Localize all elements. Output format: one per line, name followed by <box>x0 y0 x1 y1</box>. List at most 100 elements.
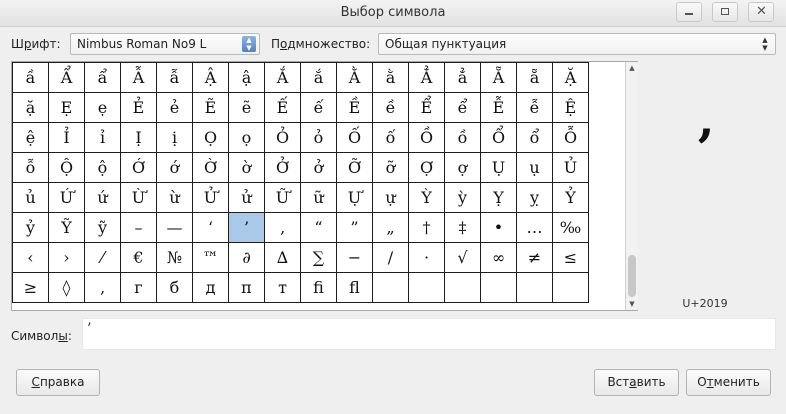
glyph-cell[interactable]: ™ <box>192 242 229 273</box>
glyph-cell[interactable]: Ề <box>336 92 373 123</box>
glyph-cell[interactable]: ộ <box>84 152 121 183</box>
glyph-cell[interactable]: € <box>120 242 157 273</box>
glyph-cell[interactable]: … <box>516 212 553 243</box>
glyph-cell[interactable]: Ẫ <box>120 62 157 93</box>
glyph-cell[interactable]: ỗ <box>12 152 49 183</box>
help-button[interactable]: Справка <box>16 369 100 396</box>
glyph-cell[interactable]: ợ <box>444 152 481 183</box>
glyph-cell[interactable]: ậ <box>228 62 265 93</box>
glyph-cell[interactable]: ở <box>300 152 337 183</box>
scrollbar-thumb[interactable] <box>628 255 636 297</box>
glyph-cell[interactable]: ∆ <box>264 242 301 273</box>
glyph-cell[interactable]: ỹ <box>84 212 121 243</box>
glyph-cell[interactable]: ầ <box>12 62 49 93</box>
glyph-cell[interactable]: Ứ <box>48 182 85 213</box>
glyph-cell[interactable]: ẩ <box>84 62 121 93</box>
glyph-cell[interactable]: ” <box>336 212 373 243</box>
symbols-field[interactable]: ’ <box>82 318 776 350</box>
glyph-cell[interactable]: г <box>120 272 157 303</box>
glyph-cell[interactable]: ẫ <box>156 62 193 93</box>
glyph-cell[interactable]: Ử <box>192 182 229 213</box>
glyph-cell[interactable]: ẹ <box>84 92 121 123</box>
glyph-cell[interactable]: Ữ <box>264 182 301 213</box>
glyph-cell[interactable]: ứ <box>84 182 121 213</box>
glyph-cell[interactable]: ồ <box>444 122 481 153</box>
glyph-cell[interactable]: √ <box>444 242 481 273</box>
glyph-cell[interactable]: – <box>120 212 157 243</box>
glyph-cell[interactable]: ố <box>372 122 409 153</box>
glyph-cell[interactable]: ỳ <box>444 182 481 213</box>
glyph-cell[interactable]: ự <box>372 182 409 213</box>
glyph-cell[interactable]: ‡ <box>444 212 481 243</box>
glyph-cell[interactable]: Ự <box>336 182 373 213</box>
glyph-cell[interactable]: ử <box>228 182 265 213</box>
glyph-cell[interactable]: “ <box>300 212 337 243</box>
glyph-cell[interactable]: ỷ <box>12 212 49 243</box>
glyph-cell[interactable]: ∑ <box>300 242 337 273</box>
glyph-cell[interactable]: ’ <box>228 212 265 243</box>
glyph-cell[interactable]: › <box>48 242 85 273</box>
glyph-cell[interactable]: ị <box>156 122 193 153</box>
glyph-cell[interactable]: ∕ <box>372 242 409 273</box>
glyph-cell[interactable]: Ộ <box>48 152 85 183</box>
glyph-cell[interactable]: Ụ <box>480 152 517 183</box>
glyph-cell[interactable]: ‰ <box>552 212 589 243</box>
glyph-cell[interactable]: ệ <box>12 122 49 153</box>
glyph-cell[interactable]: ặ <box>12 92 49 123</box>
glyph-cell[interactable]: ắ <box>300 62 337 93</box>
glyph-cell[interactable]: Ệ <box>552 92 589 123</box>
glyph-cell[interactable]: ẳ <box>444 62 481 93</box>
glyph-cell[interactable]: ỏ <box>300 122 337 153</box>
glyph-cell[interactable]: ≠ <box>516 242 553 273</box>
glyph-cell[interactable]: ‹ <box>12 242 49 273</box>
glyph-cell[interactable]: ữ <box>300 182 337 213</box>
glyph-cell[interactable]: Ỏ <box>264 122 301 153</box>
glyph-cell[interactable]: ế <box>300 92 337 123</box>
glyph-cell[interactable]: Ở <box>264 152 301 183</box>
glyph-cell[interactable]: Ẳ <box>408 62 445 93</box>
glyph-cell[interactable]: Ỹ <box>48 212 85 243</box>
glyph-cell[interactable]: д <box>192 272 229 303</box>
glyph-cell[interactable]: ễ <box>516 92 553 123</box>
glyph-cell[interactable]: ⁄ <box>84 242 121 273</box>
glyph-cell[interactable]: ổ <box>516 122 553 153</box>
glyph-cell[interactable]: ề <box>372 92 409 123</box>
glyph-cell[interactable]: Ổ <box>480 122 517 153</box>
glyph-cell[interactable]: Ặ <box>552 62 589 93</box>
glyph-cell[interactable]: Ủ <box>552 152 589 183</box>
glyph-cell[interactable]: Ỡ <box>336 152 373 183</box>
glyph-cell[interactable]: Ẽ <box>192 92 229 123</box>
glyph-cell[interactable]: Ọ <box>192 122 229 153</box>
glyph-cell[interactable]: ẽ <box>228 92 265 123</box>
minimize-button[interactable] <box>676 2 702 22</box>
glyph-cell[interactable]: Ỉ <box>48 122 85 153</box>
glyph-cell[interactable]: Ỷ <box>552 182 589 213</box>
glyph-cell[interactable]: ỡ <box>372 152 409 183</box>
glyph-cell[interactable]: ‚ <box>264 212 301 243</box>
glyph-cell[interactable]: Ị <box>120 122 157 153</box>
glyph-cell[interactable]: т <box>264 272 301 303</box>
insert-button[interactable]: Вставить <box>594 369 679 396</box>
glyph-cell[interactable]: Ờ <box>192 152 229 183</box>
glyph-cell[interactable]: ◊ <box>48 272 85 303</box>
font-combobox[interactable]: Nimbus Roman No9 L ▲ ▼ <box>70 33 260 55</box>
glyph-cell[interactable]: ẻ <box>156 92 193 123</box>
glyph-cell[interactable]: ọ <box>228 122 265 153</box>
glyph-cell[interactable]: ‚ <box>84 272 121 303</box>
glyph-cell[interactable]: Ố <box>336 122 373 153</box>
glyph-cell[interactable]: ể <box>444 92 481 123</box>
glyph-cell[interactable]: ‘ <box>192 212 229 243</box>
glyph-cell[interactable]: Ồ <box>408 122 445 153</box>
scroll-up-icon[interactable]: ▲ <box>626 62 638 74</box>
glyph-cell[interactable]: Ợ <box>408 152 445 183</box>
glyph-cell[interactable]: Ẻ <box>120 92 157 123</box>
glyph-cell[interactable]: Ỗ <box>552 122 589 153</box>
glyph-cell[interactable]: Ỳ <box>408 182 445 213</box>
glyph-cell[interactable]: ằ <box>372 62 409 93</box>
glyph-cell[interactable]: ớ <box>156 152 193 183</box>
glyph-cell[interactable]: ≥ <box>12 272 49 303</box>
glyph-cell[interactable]: † <box>408 212 445 243</box>
glyph-cell[interactable]: ẵ <box>516 62 553 93</box>
glyph-cell[interactable]: ﬂ <box>336 272 373 303</box>
glyph-cell[interactable]: Ẵ <box>480 62 517 93</box>
